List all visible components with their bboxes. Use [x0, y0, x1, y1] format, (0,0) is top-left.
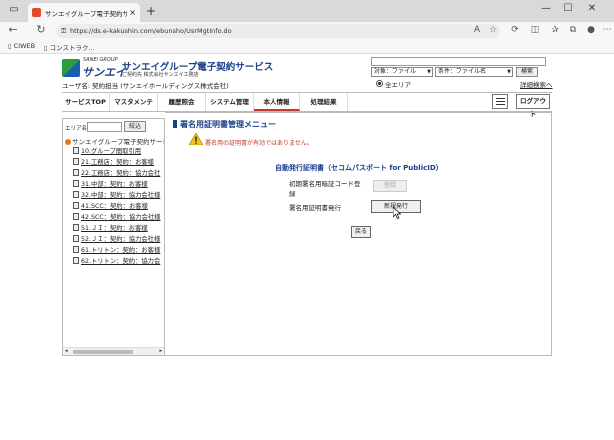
- back-icon[interactable]: ←: [6, 23, 20, 36]
- tab-close-icon[interactable]: ×: [129, 8, 136, 17]
- tab-title: サンエイグループ電子契約サービス: [45, 9, 128, 18]
- tree-root[interactable]: サンエイグループ電子契約サービ: [65, 136, 164, 146]
- folder-icon: [73, 246, 79, 253]
- tree-item[interactable]: 32.中部：契約：協力会社様: [73, 191, 160, 201]
- register-button[interactable]: 登録: [373, 180, 407, 192]
- tree-item[interactable]: 10.グループ間取引用: [73, 147, 141, 157]
- site-logo[interactable]: SANEI GROUP サンエイ サンエイグループ電子契約サービス ご契約先 株…: [62, 57, 273, 79]
- refresh-page-icon[interactable]: ⟳: [508, 25, 522, 35]
- tree-item[interactable]: 61.トリトン：契約：お客様: [73, 246, 160, 256]
- more-menu-icon[interactable]: ⋯: [600, 25, 614, 35]
- favorite-star-icon[interactable]: ☆: [486, 25, 500, 35]
- chevron-down-icon: ▼: [507, 69, 511, 75]
- folder-icon: [73, 147, 79, 154]
- user-name-line: ユーザ名: 契約担当 (サンエイホールディングス株式会社): [62, 82, 229, 90]
- logout-button[interactable]: ログアウト: [516, 94, 550, 118]
- area-search-label: エリア名: [65, 126, 88, 132]
- auto-issue-section-title: 自動発行証明書（セコムパスポート for PublicID）: [275, 164, 443, 172]
- browser-tabstrip: ▭ サンエイグループ電子契約サービス × + — ☐ ✕: [0, 0, 614, 22]
- close-window-button[interactable]: ✕: [584, 3, 600, 14]
- search-target-select[interactable]: 対象：ファイル ▼: [371, 67, 433, 77]
- tree-item[interactable]: 22.工務店：契約：協力会社: [73, 169, 160, 179]
- area-filter-button[interactable]: 絞込: [124, 121, 146, 132]
- bookmark-construction[interactable]: ▯ コンストラク...: [44, 42, 95, 52]
- main-content: 署名用証明書管理メニュー 署名用の証明書が有効ではありません。 自動発行証明書（…: [165, 112, 552, 356]
- nav-system-admin[interactable]: システム管理: [206, 93, 254, 111]
- browser-toolbar: ← ↻ ⚿ https://ds.e-kakushin.com/ebunsho/…: [0, 22, 614, 40]
- sidebar-horizontal-scrollbar[interactable]: ◂ ▸: [63, 347, 164, 355]
- tree-item[interactable]: 41.SCC：契約：お客様: [73, 202, 148, 212]
- maximize-button[interactable]: ☐: [560, 3, 576, 14]
- folder-icon: [73, 169, 79, 176]
- bookmarks-bar: ▯ CIWEB ▯ コンストラク...: [0, 40, 614, 54]
- nav-personal-info[interactable]: 本人情報: [254, 93, 300, 111]
- all-area-radio[interactable]: [376, 80, 383, 87]
- mouse-cursor-icon: [393, 207, 401, 219]
- tree-item[interactable]: 21.工務店：契約：お客様: [73, 158, 154, 168]
- read-aloud-icon[interactable]: A: [470, 25, 484, 35]
- folder-icon: [73, 202, 79, 209]
- folder-icon: [73, 224, 79, 231]
- nav-service-top[interactable]: サービスTOP: [62, 93, 110, 111]
- page-title: 署名用証明書管理メニュー: [173, 119, 276, 130]
- minimize-button[interactable]: —: [538, 3, 554, 14]
- back-button[interactable]: 戻る: [351, 226, 371, 238]
- certificate-warning-text: 署名用の証明書が有効ではありません。: [205, 140, 313, 147]
- url-text: https://ds.e-kakushin.com/ebunsho/UsrMgt…: [70, 27, 232, 35]
- folder-icon: [73, 213, 79, 220]
- chevron-down-icon: ▼: [427, 69, 431, 75]
- scroll-right-icon[interactable]: ▸: [159, 348, 162, 354]
- certificate-issue-label: 署名用証明書発行: [289, 204, 341, 212]
- hamburger-menu-icon[interactable]: [492, 94, 508, 109]
- folder-icon: [73, 191, 79, 198]
- folder-icon: [73, 180, 79, 187]
- warning-icon: [189, 133, 203, 145]
- new-tab-button[interactable]: +: [146, 4, 156, 18]
- tree-root-icon: [65, 139, 71, 145]
- tree-item[interactable]: 51.ＪＩ：契約：お客様: [73, 224, 148, 234]
- bookmark-ciweb[interactable]: ▯ CIWEB: [8, 42, 35, 50]
- nav-master-maintenance[interactable]: マスタメンテ: [110, 93, 158, 111]
- lock-icon: ⚿: [61, 27, 67, 35]
- tree-item[interactable]: 31.中部：契約：お客様: [73, 180, 148, 190]
- area-search-input[interactable]: [87, 122, 122, 132]
- tab-actions-icon[interactable]: ▭: [6, 4, 22, 15]
- refresh-icon[interactable]: ↻: [34, 23, 48, 36]
- nav-results[interactable]: 処理結果: [300, 93, 348, 111]
- scrollbar-thumb[interactable]: [73, 350, 133, 354]
- search-condition-select[interactable]: 条件：ファイル名 ▼: [435, 67, 513, 77]
- search-button[interactable]: 検索: [516, 67, 538, 77]
- split-screen-icon[interactable]: ◫: [528, 25, 542, 35]
- advanced-search-link[interactable]: 詳細検索へ: [520, 79, 553, 89]
- favorites-icon[interactable]: ✰: [548, 25, 562, 35]
- logo-brand: サンエイ: [82, 66, 126, 79]
- folder-icon: [73, 235, 79, 242]
- area-sidebar: エリア名 絞込 サンエイグループ電子契約サービ 10.グループ間取引用 21.工…: [62, 118, 165, 356]
- logo-mark-icon: [62, 59, 80, 77]
- collections-icon[interactable]: ⧉: [566, 25, 580, 35]
- browser-tab[interactable]: サンエイグループ電子契約サービス ×: [28, 3, 140, 22]
- all-area-label: 全エリア: [385, 81, 411, 89]
- tree-item[interactable]: 62.トリトン：契約：協力会: [73, 257, 160, 267]
- address-bar[interactable]: ⚿ https://ds.e-kakushin.com/ebunsho/UsrM…: [56, 24, 500, 38]
- profile-avatar-icon[interactable]: ●: [584, 25, 598, 35]
- folder-icon: [73, 158, 79, 165]
- main-nav: サービスTOP マスタメンテ 履歴照会 システム管理 本人情報 処理結果 ログア…: [62, 92, 552, 118]
- folder-icon: [73, 257, 79, 264]
- logo-subtext: SANEI GROUP: [83, 57, 118, 63]
- pin-register-label: 初期署名用暗証コード登 録: [289, 180, 361, 198]
- contract-company: ご契約先 株式会社サンエイ工務店: [122, 72, 199, 78]
- site-favicon-icon: [32, 8, 41, 17]
- scroll-left-icon[interactable]: ◂: [65, 348, 68, 354]
- search-input[interactable]: [371, 57, 546, 66]
- tree-item[interactable]: 42.SCC：契約：協力会社様: [73, 213, 160, 223]
- tree-item[interactable]: 52.ＪＩ：契約：協力会社様: [73, 235, 160, 245]
- nav-history[interactable]: 履歴照会: [158, 93, 206, 111]
